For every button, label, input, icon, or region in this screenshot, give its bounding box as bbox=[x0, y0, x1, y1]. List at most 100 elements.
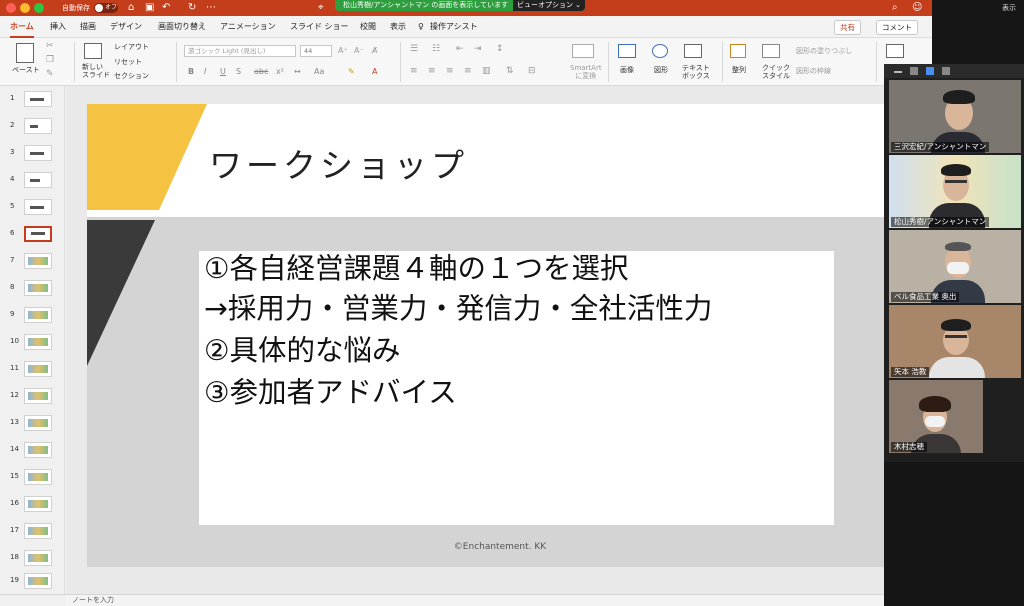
thumbnail-slide-4[interactable]: 4 bbox=[0, 169, 65, 195]
thumbnail-slide-15[interactable]: 15 bbox=[0, 466, 65, 492]
tab-design[interactable]: デザイン bbox=[110, 21, 142, 33]
justify-icon[interactable]: ≡ bbox=[464, 67, 472, 76]
paste-button-label[interactable]: ペースト bbox=[12, 66, 40, 75]
strikethrough-icon[interactable]: abc bbox=[254, 67, 268, 77]
zoom-window-button[interactable] bbox=[34, 3, 44, 13]
bullets-icon[interactable]: ☰ bbox=[410, 45, 418, 54]
view-options-button[interactable]: ビューオプション ⌄ bbox=[513, 0, 585, 11]
arrange-button[interactable]: 整列 bbox=[732, 66, 746, 75]
align-right-icon[interactable]: ≡ bbox=[446, 67, 454, 76]
character-spacing-icon[interactable]: ↔ bbox=[294, 67, 301, 77]
tab-home[interactable]: ホーム bbox=[10, 21, 34, 38]
participant-tile-3[interactable]: ベル食品工業 奥出 bbox=[889, 230, 1021, 303]
convert-smartart-button[interactable]: SmartArt に変換 bbox=[570, 64, 602, 80]
autosave-toggle[interactable]: オフ bbox=[94, 3, 118, 13]
undo-icon[interactable]: ↶ bbox=[162, 1, 170, 15]
align-text-icon[interactable]: ⊟ bbox=[528, 67, 536, 76]
tab-transitions[interactable]: 画面切り替え bbox=[158, 21, 206, 33]
copy-icon[interactable]: ❐ bbox=[46, 56, 54, 65]
text-direction-icon[interactable]: ⇅ bbox=[506, 67, 514, 76]
tab-draw[interactable]: 描画 bbox=[80, 21, 96, 33]
clear-format-icon[interactable]: A̸ bbox=[372, 46, 377, 55]
new-slide-button[interactable]: 新しい スライド bbox=[82, 63, 110, 79]
shape-outline-button[interactable]: 図形の枠線 bbox=[796, 67, 831, 76]
thumbnail-slide-12[interactable]: 12 bbox=[0, 385, 65, 411]
tab-slideshow[interactable]: スライド ショー bbox=[290, 21, 349, 33]
textbox-button[interactable]: テキスト ボックス bbox=[682, 64, 710, 80]
thumbnail-slide-7[interactable]: 7 bbox=[0, 250, 65, 276]
increase-indent-icon[interactable]: ⇥ bbox=[474, 45, 482, 54]
thumbnail-slide-17[interactable]: 17 bbox=[0, 520, 65, 546]
thumbnail-slide-9[interactable]: 9 bbox=[0, 304, 65, 330]
account-icon[interactable]: ☺ bbox=[912, 1, 922, 15]
align-center-icon[interactable]: ≡ bbox=[428, 67, 436, 76]
section-button[interactable]: セクション bbox=[114, 72, 149, 81]
gallery-view-icon[interactable] bbox=[942, 67, 950, 75]
participant-tile-1[interactable]: 三沢宏紀/アンシャントマン bbox=[889, 80, 1021, 153]
cut-icon[interactable]: ✂ bbox=[46, 42, 54, 51]
underline-icon[interactable]: U bbox=[220, 67, 226, 77]
thumbnail-slide-1[interactable]: 1 bbox=[0, 88, 65, 114]
smartart-icon[interactable] bbox=[572, 44, 594, 58]
thumbnail-slide-13[interactable]: 13 bbox=[0, 412, 65, 438]
shadow-icon[interactable]: S bbox=[236, 67, 241, 77]
strip-view-icon[interactable] bbox=[926, 67, 934, 75]
zoom-view-label[interactable]: 表示 bbox=[1002, 3, 1016, 13]
picture-icon[interactable] bbox=[618, 44, 636, 58]
minimize-window-button[interactable] bbox=[20, 3, 30, 13]
quick-styles-button[interactable]: クイック スタイル bbox=[762, 64, 790, 80]
format-painter-icon[interactable]: ✎ bbox=[46, 70, 54, 79]
tell-me-search[interactable]: 操作アシスト bbox=[430, 21, 478, 33]
slide-title[interactable]: ワークショップ bbox=[209, 146, 468, 186]
new-slide-icon[interactable] bbox=[84, 43, 102, 59]
reset-button[interactable]: リセット bbox=[114, 58, 142, 67]
minimize-gallery-icon[interactable] bbox=[894, 71, 902, 73]
shrink-font-icon[interactable]: A⁻ bbox=[354, 46, 364, 55]
shape-fill-button[interactable]: 図形の塗りつぶし bbox=[796, 47, 852, 56]
font-size-select[interactable]: 44 bbox=[300, 45, 332, 57]
quick-styles-icon[interactable] bbox=[762, 44, 780, 58]
arrange-icon[interactable] bbox=[730, 44, 746, 58]
font-name-select[interactable]: 游ゴシック Light (見出し) bbox=[184, 45, 296, 57]
align-left-icon[interactable]: ≡ bbox=[410, 67, 418, 76]
change-case-icon[interactable]: Aa bbox=[314, 67, 324, 77]
paste-icon[interactable] bbox=[16, 43, 34, 63]
participant-tile-2[interactable]: 松山秀樹/アンシャントマン bbox=[889, 155, 1021, 228]
tab-animations[interactable]: アニメーション bbox=[220, 21, 276, 33]
tab-view[interactable]: 表示 bbox=[390, 21, 406, 33]
shapes-button[interactable]: 図形 bbox=[654, 66, 668, 75]
comment-button[interactable]: コメント bbox=[876, 20, 918, 35]
italic-icon[interactable]: I bbox=[204, 67, 206, 77]
tab-review[interactable]: 校閲 bbox=[360, 21, 376, 33]
thumbnail-slide-6[interactable]: 6 bbox=[0, 223, 65, 249]
share-button[interactable]: 共有 bbox=[834, 20, 861, 35]
thumbnail-slide-8[interactable]: 8 bbox=[0, 277, 65, 303]
textbox-icon[interactable] bbox=[684, 44, 702, 58]
save-icon[interactable]: ▣ bbox=[145, 1, 154, 15]
thumbnail-slide-3[interactable]: 3 bbox=[0, 142, 65, 168]
single-view-icon[interactable] bbox=[910, 67, 918, 75]
columns-icon[interactable]: ▥ bbox=[482, 67, 491, 76]
participant-tile-5[interactable]: 木村志穂 bbox=[889, 380, 983, 453]
layout-button[interactable]: レイアウト bbox=[114, 43, 149, 52]
slide-body-textbox[interactable]: ①各自経営課題４軸の１つを選択 →採用力・営業力・発信力・全社活性力 ②具体的な… bbox=[199, 251, 834, 525]
thumbnail-slide-2[interactable]: 2 bbox=[0, 115, 65, 141]
tab-insert[interactable]: 挿入 bbox=[50, 21, 66, 33]
current-slide[interactable]: ワークショップ ①各自経営課題４軸の１つを選択 →採用力・営業力・発信力・全社活… bbox=[87, 104, 913, 567]
highlight-icon[interactable]: ✎ bbox=[348, 67, 355, 77]
home-icon[interactable]: ⌂ bbox=[128, 1, 134, 15]
superscript-icon[interactable]: x² bbox=[276, 67, 284, 77]
numbering-icon[interactable]: ☷ bbox=[432, 45, 440, 54]
grow-font-icon[interactable]: A⁺ bbox=[338, 46, 348, 55]
thumbnail-slide-5[interactable]: 5 bbox=[0, 196, 65, 222]
thumbnail-slide-14[interactable]: 14 bbox=[0, 439, 65, 465]
thumbnail-slide-11[interactable]: 11 bbox=[0, 358, 65, 384]
decrease-indent-icon[interactable]: ⇤ bbox=[456, 45, 464, 54]
line-spacing-icon[interactable]: ↕ bbox=[496, 45, 504, 54]
thumbnail-slide-19[interactable]: 19 bbox=[0, 570, 65, 596]
bold-icon[interactable]: B bbox=[188, 67, 194, 77]
shapes-icon[interactable] bbox=[652, 44, 668, 58]
more-icon[interactable]: ⋯ bbox=[206, 1, 216, 15]
participant-tile-4[interactable]: 矢本 浩教 bbox=[889, 305, 1021, 378]
redo-icon[interactable]: ↻ bbox=[188, 1, 196, 15]
